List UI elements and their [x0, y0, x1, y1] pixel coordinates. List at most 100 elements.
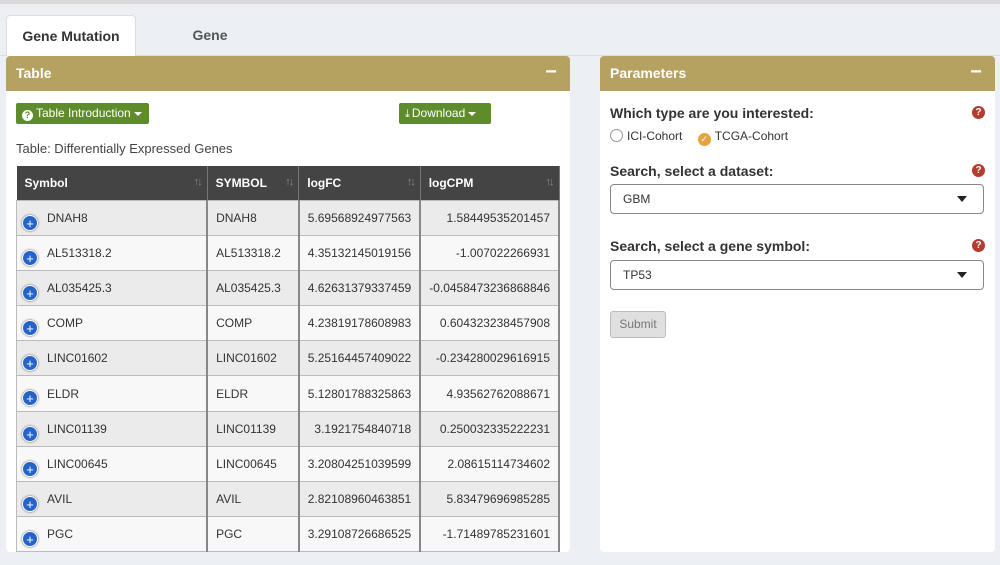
cell-logcpm: -1.007022266931: [419, 234, 560, 271]
cell-symbol: AVIL +: [16, 480, 209, 518]
expand-row-icon[interactable]: +: [22, 531, 38, 548]
collapse-icon[interactable]: −: [542, 56, 560, 91]
table-introduction-label: Table Introduction: [36, 106, 131, 120]
download-icon: ⤓: [405, 108, 410, 120]
gene-select[interactable]: TP53: [610, 260, 984, 290]
table-row[interactable]: LINC01139 + LINC01139 3.1921754840718 0.2500…: [16, 410, 560, 447]
type-radio-group: ICI-Cohort ✓ TCGA-Cohort: [610, 129, 788, 146]
cell-symbol-upper: ELDR: [206, 375, 300, 412]
cell-logcpm: 1.58449535201457: [419, 199, 560, 236]
submit-button[interactable]: Submit: [610, 311, 666, 338]
cell-logfc: 3.20804251039599: [298, 445, 422, 483]
radio-checked-icon: ✓: [697, 133, 711, 146]
cell-logfc: 3.1921754840718: [298, 410, 422, 447]
download-label: Download: [411, 106, 466, 120]
table-row[interactable]: AL513318.2 + AL513318.2 4.35132145019156 -1.…: [16, 234, 560, 271]
cell-symbol-upper: PGC: [206, 516, 300, 553]
table-introduction-button[interactable]: ? Table Introduction: [16, 103, 149, 124]
cell-logcpm: 0.604323238457908: [419, 305, 560, 342]
gene-value: TP53: [623, 268, 652, 282]
dataset-value: GBM: [623, 192, 651, 206]
expand-row-icon[interactable]: +: [22, 249, 38, 266]
column-header-symbol-upper[interactable]: SYMBOL ↑↓: [207, 166, 300, 200]
caret-down-icon: [468, 111, 477, 116]
cell-symbol-upper: AL513318.2: [206, 234, 300, 271]
expand-row-icon[interactable]: +: [22, 390, 38, 407]
cell-logcpm: -0.234280029616915: [419, 340, 560, 377]
cell-logfc: 2.82108960463851: [298, 480, 422, 518]
column-header-symbol[interactable]: Symbol ↑↓: [16, 166, 208, 200]
help-icon[interactable]: ?: [972, 164, 985, 177]
parameters-panel: Parameters − Which type are you interest…: [600, 56, 995, 552]
radio-ici-cohort[interactable]: ICI-Cohort: [610, 129, 682, 143]
cell-logfc: 5.25164457409022: [298, 340, 422, 377]
column-header-logfc[interactable]: logFC ↑↓: [298, 166, 421, 200]
parameters-panel-header: Parameters −: [600, 56, 995, 91]
cell-logfc: 4.23819178608983: [298, 305, 422, 342]
cell-symbol: DNAH8 +: [16, 199, 209, 236]
cell-symbol: COMP +: [16, 305, 209, 342]
cell-symbol: PGC +: [16, 516, 209, 553]
sort-icon: ↑↓: [193, 176, 203, 188]
help-icon[interactable]: ?: [972, 239, 985, 252]
sort-icon: ↑↓: [545, 176, 555, 188]
cell-symbol: LINC00645 +: [16, 445, 209, 483]
table-panel-header: Table −: [6, 56, 570, 91]
cell-symbol-upper: LINC01139: [206, 410, 300, 447]
tab-bar: Gene Mutation Gene Expression: [0, 4, 1000, 83]
table-row[interactable]: ELDR + ELDR 5.12801788325863 4.9356276208867…: [16, 375, 560, 412]
expand-row-icon[interactable]: +: [22, 320, 38, 337]
table-row[interactable]: LINC00645 + LINC00645 3.20804251039599 2.086…: [16, 445, 560, 483]
gene-label: Search, select a gene symbol:: [610, 238, 810, 254]
table-row[interactable]: LINC01602 + LINC01602 5.25164457409022 -0.23…: [16, 340, 560, 377]
dataset-select[interactable]: GBM: [610, 184, 984, 214]
radio-unchecked-icon: [610, 129, 623, 142]
expand-row-icon[interactable]: +: [22, 284, 38, 301]
cell-logcpm: 4.93562762088671: [419, 375, 560, 412]
cell-logcpm: -0.0458473236868846: [419, 269, 560, 307]
download-button[interactable]: ⤓ Download: [399, 103, 491, 124]
caret-down-icon: [133, 111, 142, 116]
column-header-logcpm[interactable]: logCPM ↑↓: [420, 166, 560, 200]
table-row[interactable]: AVIL + AVIL 2.82108960463851 5.8347969698528…: [16, 480, 560, 518]
table-row[interactable]: DNAH8 + DNAH8 5.69568924977563 1.58449535201…: [16, 199, 560, 236]
cell-symbol: AL513318.2 +: [16, 234, 209, 271]
cell-symbol-upper: DNAH8: [206, 199, 300, 236]
cell-symbol: LINC01139 +: [16, 410, 209, 447]
tab-gene-mutation[interactable]: Gene Mutation: [6, 15, 136, 57]
table-caption: Table: Differentially Expressed Genes: [16, 141, 233, 156]
cell-symbol: ELDR +: [16, 375, 209, 412]
expand-row-icon[interactable]: +: [22, 214, 38, 231]
cell-logfc: 4.62631379337459: [298, 269, 422, 307]
table-panel-title: Table: [16, 65, 52, 81]
table-row[interactable]: COMP + COMP 4.23819178608983 0.6043232384579…: [16, 305, 560, 342]
question-icon: ?: [22, 110, 33, 121]
cell-logfc: 5.69568924977563: [298, 199, 422, 236]
cell-symbol-upper: AVIL: [206, 480, 300, 518]
dropdown-arrow-icon: [957, 196, 967, 202]
dataset-label: Search, select a dataset:: [610, 163, 774, 179]
table-panel: Table − ? Table Introduction ⤓ Download Ta…: [6, 56, 570, 553]
cell-symbol: LINC01602 +: [16, 340, 209, 377]
cell-logfc: 4.35132145019156: [298, 234, 422, 271]
cell-logfc: 3.29108726686525: [298, 516, 422, 553]
expand-row-icon[interactable]: +: [22, 460, 38, 477]
cell-logcpm: 5.83479696985285: [419, 480, 560, 518]
tab-gene-expression[interactable]: Gene Expression: [140, 15, 280, 83]
expand-row-icon[interactable]: +: [22, 425, 38, 442]
expand-row-icon[interactable]: +: [22, 355, 38, 372]
table-row[interactable]: PGC + PGC 3.29108726686525 -1.71489785231601: [16, 516, 560, 553]
sort-icon: ↑↓: [285, 176, 294, 188]
collapse-icon[interactable]: −: [967, 56, 985, 91]
expand-row-icon[interactable]: +: [22, 496, 38, 512]
cell-symbol: AL035425.3 +: [16, 269, 209, 307]
parameters-panel-title: Parameters: [610, 65, 687, 81]
cell-logcpm: 0.250032335222231: [419, 410, 560, 447]
cell-symbol-upper: LINC01602: [206, 340, 300, 377]
data-table: Symbol ↑↓ SYMBOL ↑↓ logFC ↑↓ logCPM ↑↓ DNAH8…: [16, 166, 560, 553]
help-icon[interactable]: ?: [972, 106, 985, 119]
radio-tcga-cohort[interactable]: ✓ TCGA-Cohort: [697, 129, 788, 146]
cell-symbol-upper: AL035425.3: [206, 269, 300, 307]
sort-icon: ↑↓: [406, 176, 416, 188]
table-row[interactable]: AL035425.3 + AL035425.3 4.62631379337459 -0.…: [16, 269, 560, 307]
